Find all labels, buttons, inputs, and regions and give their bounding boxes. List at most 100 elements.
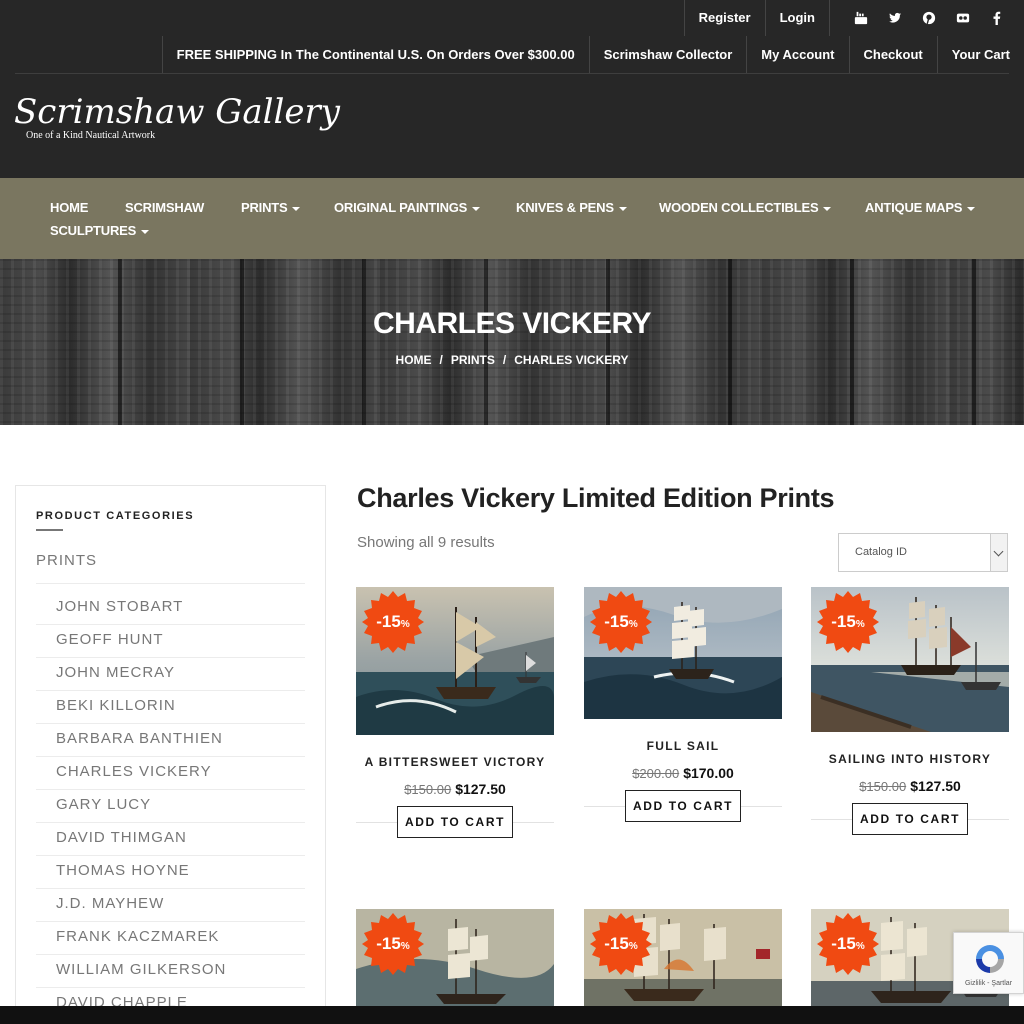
my-account-link[interactable]: My Account [746,36,848,74]
your-cart-link[interactable]: Your Cart [936,36,1024,74]
product-categories-widget: PRODUCT CATEGORIES PRINTS JOHN STOBART G… [15,485,326,1024]
category-item[interactable]: WILLIAM GILKERSON [36,955,305,988]
chevron-down-icon [990,534,1007,571]
site-logo[interactable]: Scrimshaw Gallery One of a Kind Nautical… [14,92,340,152]
nav-sculptures-label: SCULPTURES [50,223,137,238]
product-image[interactable]: -15% [356,587,554,735]
product-image[interactable]: -15% [584,909,782,1007]
nav-antique-maps[interactable]: ANTIQUE MAPS [865,200,976,215]
breadcrumb-prints[interactable]: PRINTS [451,353,495,367]
chevron-down-icon [472,206,481,211]
recaptcha-links[interactable]: Gizlilik - Şartlar [954,980,1023,987]
discount-badge: -15% [590,591,652,653]
breadcrumb-separator: / [439,353,443,367]
recaptcha-badge[interactable]: Gizlilik - Şartlar [953,932,1024,994]
sale-price: $127.50 [910,778,961,794]
main-navigation: HOME SCRIMSHAW PRINTS ORIGINAL PAINTINGS… [0,178,1024,259]
discount-unit: % [855,941,865,952]
add-to-cart-button[interactable]: ADD TO CART [852,803,968,835]
nav-sculptures[interactable]: SCULPTURES [50,223,150,238]
discount-unit: % [400,941,410,952]
discount-value: -15 [831,934,856,953]
category-item[interactable]: THOMAS HOYNE [36,856,305,889]
discount-badge: -15% [362,591,424,653]
product-price: $200.00 $170.00 [584,765,782,781]
discount-unit: % [628,619,638,630]
chevron-down-icon [141,229,150,234]
discount-unit: % [628,941,638,952]
nav-knives-pens[interactable]: KNIVES & PENS [516,200,627,215]
shop-title: Charles Vickery Limited Edition Prints [357,483,835,513]
chevron-down-icon [823,206,832,211]
pinterest-icon[interactable] [912,0,946,36]
product-price: $150.00 $127.50 [356,781,554,797]
nav-wooden-collectibles[interactable]: WOODEN COLLECTIBLES [659,200,832,215]
nav-scrimshaw[interactable]: SCRIMSHAW [125,200,204,215]
nav-antique-maps-label: ANTIQUE MAPS [865,200,963,215]
category-item[interactable]: GEOFF HUNT [36,625,305,658]
product-name[interactable]: A BITTERSWEET VICTORY [356,755,554,769]
nav-wooden-collectibles-label: WOODEN COLLECTIBLES [659,200,819,215]
wood-texture [0,259,1024,425]
nav-knives-pens-label: KNIVES & PENS [516,200,614,215]
breadcrumb-home[interactable]: HOME [396,353,432,367]
nav-prints[interactable]: PRINTS [241,200,301,215]
category-item[interactable]: BARBARA BANTHIEN [36,724,305,757]
category-item[interactable]: DAVID THIMGAN [36,823,305,856]
product-card: -15% FULL SAIL $200.00 $170.00 ADD TO CAR… [584,587,782,827]
category-item[interactable]: GARY LUCY [36,790,305,823]
product-card: -15% [584,909,782,1007]
header-divider [15,73,1009,74]
nav-original-paintings-label: ORIGINAL PAINTINGS [334,200,468,215]
nav-home[interactable]: HOME [50,200,88,215]
facebook-icon[interactable] [980,0,1014,36]
chevron-down-icon [967,206,976,211]
breadcrumb-current: CHARLES VICKERY [514,353,629,367]
category-item[interactable]: JOHN STOBART [36,592,305,625]
flickr-icon[interactable] [946,0,980,36]
discount-value: -15 [604,612,629,631]
category-prints[interactable]: PRINTS [36,552,97,569]
sort-select-value: Catalog ID [855,546,907,558]
checkout-link[interactable]: Checkout [848,36,937,74]
scrimshaw-collector-link[interactable]: Scrimshaw Collector [588,36,747,74]
chevron-down-icon [618,206,627,211]
sort-select[interactable]: Catalog ID [838,533,1008,572]
add-to-cart-button[interactable]: ADD TO CART [397,806,513,838]
register-link[interactable]: Register [683,0,765,36]
login-link[interactable]: Login [764,0,829,36]
product-card: -15% SAILING INTO HISTORY $150.00 $127.50… [811,587,1009,842]
product-image[interactable]: -15% [584,587,782,719]
widget-title: PRODUCT CATEGORIES [36,510,195,522]
youtube-icon[interactable] [844,0,878,36]
logo-name: Scrimshaw Gallery [14,92,340,132]
page-title: CHARLES VICKERY [372,307,652,340]
product-card: -15% A BITTERSWEET VICTORY $150.00 $127.5… [356,587,554,847]
category-item[interactable]: J.D. MAYHEW [36,889,305,922]
chevron-down-icon [292,206,301,211]
original-price: $150.00 [859,779,907,794]
category-item-current[interactable]: CHARLES VICKERY [36,757,305,790]
product-image[interactable]: -15% [356,909,554,1007]
bottom-bar [0,1006,1024,1024]
original-price: $200.00 [632,766,680,781]
product-name[interactable]: FULL SAIL [584,739,782,753]
site-header: Register Login FREE SHIPPING In The Cont… [0,0,1024,178]
sale-price: $127.50 [455,781,506,797]
category-item[interactable]: JOHN MECRAY [36,658,305,691]
category-item[interactable]: FRANK KACZMAREK [36,922,305,955]
product-image[interactable]: -15% [811,587,1009,732]
secondary-bar: FREE SHIPPING In The Continental U.S. On… [161,36,1024,74]
category-item[interactable]: BEKI KILLORIN [36,691,305,724]
add-to-cart-button[interactable]: ADD TO CART [625,790,741,822]
discount-value: -15 [376,934,401,953]
sale-price: $170.00 [683,765,734,781]
nav-original-paintings[interactable]: ORIGINAL PAINTINGS [334,200,481,215]
discount-badge: -15% [362,913,424,975]
twitter-icon[interactable] [878,0,912,36]
product-name[interactable]: SAILING INTO HISTORY [811,752,1009,766]
discount-value: -15 [831,612,856,631]
discount-unit: % [855,619,865,630]
nav-prints-label: PRINTS [241,200,288,215]
recaptcha-icon [976,945,1004,973]
